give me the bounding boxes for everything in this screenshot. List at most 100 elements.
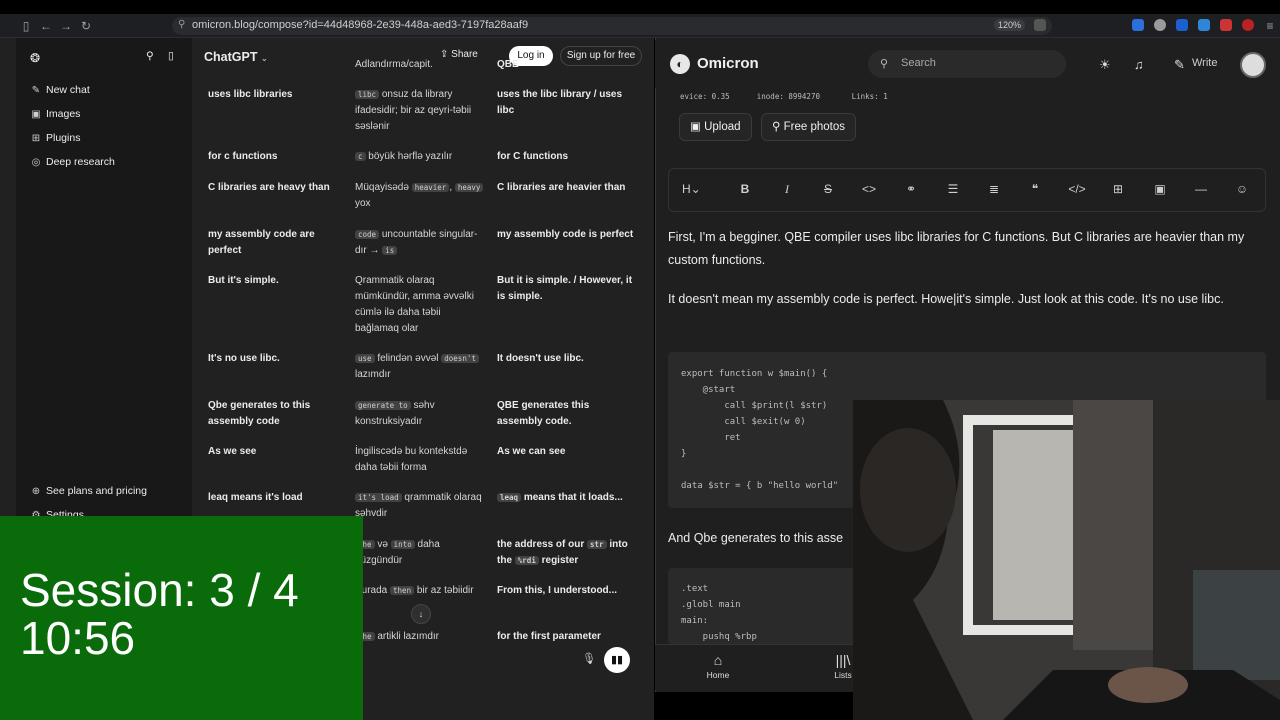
sidebar-item-images[interactable]: ▣ Images: [30, 108, 80, 120]
media-info: Links: 1: [851, 92, 888, 101]
extension-icon[interactable]: [1176, 19, 1188, 31]
table-cell: the və into daha düzgündür: [355, 537, 485, 569]
extension-icon[interactable]: [1132, 19, 1144, 31]
inline-code: then: [390, 586, 415, 595]
image-icon: ▣: [690, 121, 701, 133]
cell-text: artikli lazımdır: [377, 631, 440, 642]
code-line: }: [681, 449, 687, 459]
media-info: inode: 8994270: [756, 92, 820, 101]
code-line: call $print(l $str): [681, 401, 828, 411]
table-cell: my assembly code are perfect: [208, 229, 315, 256]
sidebar-item-plugins[interactable]: ⊞ Plugins: [30, 132, 81, 144]
theme-toggle-icon[interactable]: ☀: [1099, 57, 1111, 73]
webcam-feed: [853, 400, 1280, 720]
inline-code: str: [587, 540, 607, 549]
inline-code: is: [382, 246, 398, 255]
avatar[interactable]: [1240, 52, 1266, 78]
table-cell: QBE: [497, 59, 519, 70]
write-button[interactable]: Write: [1192, 57, 1217, 69]
research-icon: ◎: [31, 157, 41, 168]
nav-home[interactable]: ⌂ Home: [703, 652, 733, 680]
write-icon[interactable]: ✎: [1174, 57, 1185, 73]
table-cell: C libraries are heavier than: [497, 182, 626, 193]
code-block-icon[interactable]: </>: [1068, 182, 1086, 196]
inline-code: code: [355, 230, 380, 239]
inline-code: use: [355, 354, 375, 363]
sidebar-collapse-icon[interactable]: ▯: [168, 50, 174, 62]
sidebar-item-new-chat[interactable]: ✎ New chat: [30, 84, 90, 96]
code-line: ret: [681, 433, 741, 443]
emoji-icon[interactable]: ☺: [1233, 182, 1251, 196]
bullet-list-icon[interactable]: ☰: [944, 182, 962, 196]
cell-text: means that it loads...: [523, 492, 623, 503]
table-cell: my assembly code is perfect: [497, 229, 634, 240]
inline-code: heavier: [411, 183, 450, 192]
url-text[interactable]: omicron.blog/compose?id=44d48968-2e39-44…: [192, 19, 528, 31]
sidebar-item-deep-research[interactable]: ◎ Deep research: [30, 156, 115, 168]
bold-icon[interactable]: B: [736, 182, 754, 196]
table-cell: As we can see: [497, 446, 566, 457]
inline-code: generate to: [355, 401, 411, 410]
session-overlay: Session: 3 / 4 10:56: [0, 516, 363, 720]
free-photos-button[interactable]: ⚲ Free photos: [761, 113, 857, 141]
sidebar-item-label: Plugins: [46, 132, 81, 144]
sidebar-toggle-icon[interactable]: ▯: [18, 18, 34, 34]
reader-icon[interactable]: [1034, 19, 1046, 31]
extension-icon[interactable]: [1242, 19, 1254, 31]
inline-code-icon[interactable]: <>: [860, 182, 878, 196]
zoom-badge[interactable]: 120%: [994, 19, 1026, 31]
table-icon[interactable]: ⊞: [1109, 182, 1127, 196]
scroll-down-button[interactable]: ↓: [411, 604, 431, 624]
table-cell: But it is simple. / However, it is simpl…: [497, 275, 633, 302]
session-counter: Session: 3 / 4: [20, 564, 299, 616]
new-chat-icon: ✎: [31, 85, 41, 96]
omicron-logo-icon[interactable]: ◐: [670, 54, 690, 74]
table-cell: for the first parameter: [497, 631, 601, 642]
inline-code: into: [390, 540, 415, 549]
image-icon[interactable]: ▣: [1151, 182, 1169, 196]
extension-icon[interactable]: [1198, 19, 1210, 31]
back-icon[interactable]: ←: [38, 18, 54, 34]
link-icon[interactable]: ⚭: [902, 182, 920, 196]
editor-paragraph[interactable]: It doesn't mean my assembly code is perf…: [668, 288, 1268, 311]
quote-icon[interactable]: ❝: [1026, 182, 1044, 196]
inline-code: leaq: [497, 493, 522, 502]
microphone-icon[interactable]: 🎙: [582, 652, 596, 665]
menu-icon[interactable]: ≡: [1262, 18, 1278, 34]
see-plans-link[interactable]: ⊕ See plans and pricing: [30, 485, 147, 497]
italic-icon[interactable]: I: [778, 182, 796, 197]
search-icon: ⚲: [772, 121, 781, 133]
omicron-brand[interactable]: Omicron: [697, 55, 759, 72]
table-cell: İngiliscədə bu kontekstdə daha təbii for…: [355, 446, 468, 473]
table-cell: it's load qrammatik olaraq səhvdir: [355, 490, 485, 522]
openai-logo-icon[interactable]: ❂: [30, 51, 40, 65]
table-row: Adlandırma/capit. QBE: [208, 57, 638, 73]
session-text: Session: 3 / 4 10:56: [20, 566, 299, 662]
extension-icon[interactable]: [1154, 19, 1166, 31]
waveform-icon: ▮▮: [610, 654, 624, 666]
strikethrough-icon[interactable]: S: [819, 182, 837, 196]
voice-mode-button[interactable]: ▮▮: [604, 647, 630, 673]
upload-button[interactable]: ▣ Upload: [679, 113, 752, 141]
search-input[interactable]: ⚲ Search: [868, 50, 1066, 78]
reload-icon[interactable]: ↻: [78, 18, 94, 34]
extension-icon[interactable]: [1220, 19, 1232, 31]
forward-icon[interactable]: →: [58, 18, 74, 34]
bell-icon[interactable]: ♫: [1134, 57, 1144, 72]
screen: ▯ ← → ↻ ⚲ omicron.blog/compose?id=44d489…: [0, 0, 1280, 720]
search-icon[interactable]: ⚲: [146, 50, 154, 62]
site-info-icon[interactable]: ⚲: [178, 19, 185, 30]
nav-label: Home: [706, 670, 730, 680]
table-cell: Adlandırma/capit.: [355, 59, 433, 70]
sidebar-item-label: New chat: [46, 84, 90, 96]
numbered-list-icon[interactable]: ≣: [985, 182, 1003, 196]
divider-icon[interactable]: —: [1192, 182, 1210, 196]
message-composer[interactable]: [360, 646, 640, 674]
plans-icon: ⊕: [31, 486, 41, 497]
heading-icon[interactable]: H⌄: [682, 182, 701, 196]
editor-paragraph[interactable]: First, I'm a beggin­er. QBE compiler use…: [668, 226, 1268, 272]
inline-code: it's load: [355, 493, 402, 502]
table-cell: Qrammatik olaraq mümkündür, amma əvvəlki…: [355, 275, 474, 334]
image-icon: ▣: [31, 109, 41, 120]
table-cell: Burada then bir az təbiidir: [355, 583, 485, 599]
